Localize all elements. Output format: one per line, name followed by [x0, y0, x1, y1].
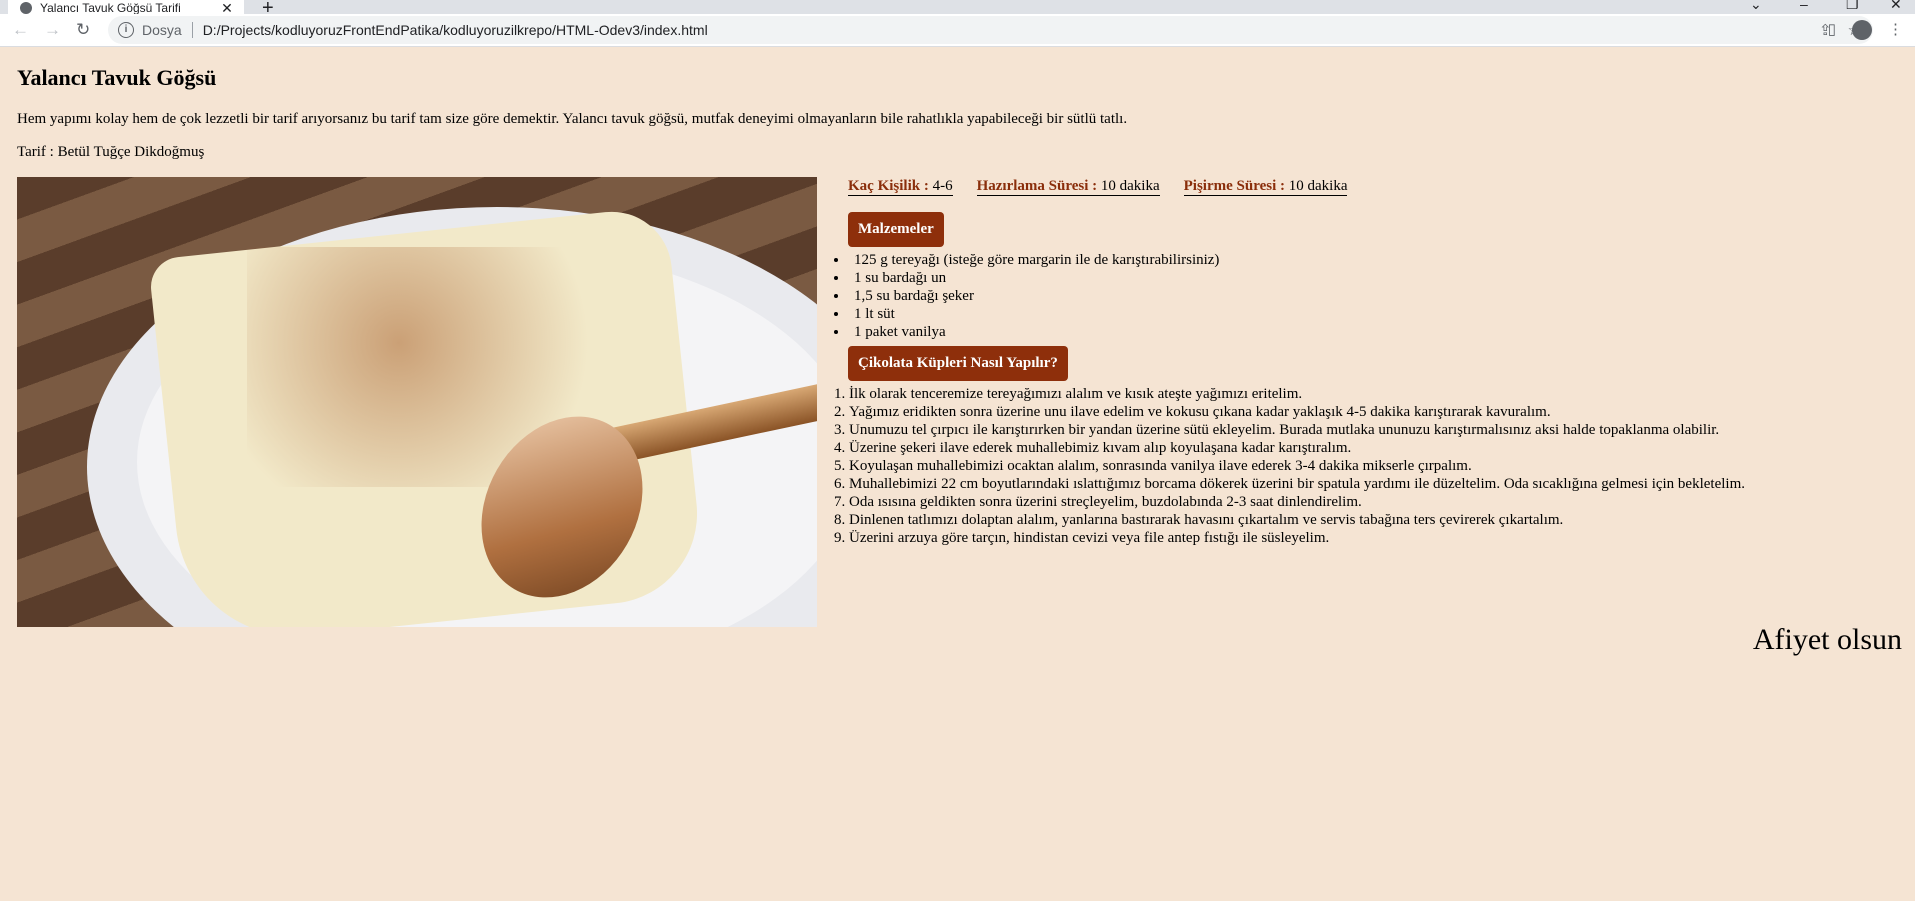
recipe-meta: Kaç Kişilik : 4-6 Hazırlama Süresi : 10 … [848, 177, 1898, 196]
list-item: 1 paket vanilya [834, 323, 1898, 341]
page-title: Yalancı Tavuk Göğsü [17, 65, 217, 90]
reload-icon[interactable]: ↻ [76, 20, 90, 40]
list-item: Unumuzu tel çırpıcı ile karıştırırken bi… [834, 421, 1898, 439]
author-text: Tarif : Betül Tuğçe Dikdoğmuş [17, 144, 205, 160]
close-window-icon[interactable]: ✕ [1890, 0, 1902, 13]
list-item: Oda ısısına geldikten sonra üzerini stre… [834, 493, 1898, 511]
list-item: Yağımız eridikten sonra üzerine unu ilav… [834, 403, 1898, 421]
omnibox-scheme: Dosya [142, 22, 182, 38]
list-item: İlk olarak tenceremize tereyağımızı alal… [834, 385, 1898, 403]
ingredients-list: 125 g tereyağı (isteğe göre margarin ile… [848, 251, 1898, 341]
list-item: Üzerine şekeri ilave ederek muhallebimiz… [834, 439, 1898, 457]
prep-time-meta: Hazırlama Süresi : 10 dakika [976, 178, 1160, 196]
dessert-photo [17, 177, 817, 627]
url-text[interactable]: D:/Projects/kodluyoruzFrontEndPatika/kod… [203, 22, 708, 38]
steps-list: İlk olarak tenceremize tereyağımızı alal… [848, 385, 1898, 547]
side-panel-icon[interactable]: ▯ [1828, 20, 1836, 40]
servings-meta: Kaç Kişilik : 4-6 [848, 178, 953, 196]
forward-icon[interactable]: → [44, 20, 61, 40]
list-item: 1 lt süt [834, 305, 1898, 323]
ingredients-heading: Malzemeler [848, 212, 944, 247]
back-icon[interactable]: ← [12, 20, 29, 40]
profile-icon[interactable] [1852, 20, 1872, 40]
list-item: Üzerini arzuya göre tarçın, hindistan ce… [834, 529, 1898, 547]
steps-heading: Çikolata Küpleri Nasıl Yapılır? [848, 346, 1068, 381]
info-icon[interactable]: i [118, 22, 134, 38]
recipe-details: Kaç Kişilik : 4-6 Hazırlama Süresi : 10 … [848, 177, 1898, 627]
list-item: Dinlenen tatlımızı dolaptan alalım, yanl… [834, 511, 1898, 529]
restore-icon[interactable]: ❐ [1846, 0, 1859, 13]
menu-icon[interactable]: ⋮ [1888, 20, 1903, 40]
address-bar: ← → ↻ i Dosya D:/Projects/kodluyoruzFron… [0, 14, 1915, 47]
list-item: 1 su bardağı un [834, 269, 1898, 287]
closing-text: Afiyet olsun [1752, 623, 1902, 656]
globe-icon [20, 2, 32, 14]
recipe-body: Kaç Kişilik : 4-6 Hazırlama Süresi : 10 … [17, 177, 1898, 627]
tab-search-icon[interactable]: ⌄ [1750, 0, 1762, 13]
page-content: Yalancı Tavuk Göğsü Hem yapımı kolay hem… [0, 47, 1915, 899]
intro-text: Hem yapımı kolay hem de çok lezzetli bir… [17, 111, 1128, 127]
list-item: 125 g tereyağı (isteğe göre margarin ile… [834, 251, 1898, 269]
minimize-icon[interactable]: – [1800, 0, 1808, 12]
list-item: Muhallebimizi 22 cm boyutlarındaki ıslat… [834, 475, 1898, 493]
omnibox[interactable]: i Dosya D:/Projects/kodluyoruzFrontEndPa… [108, 16, 1873, 44]
tab-strip: Yalancı Tavuk Göğsü Tarifi ✕ + ⌄ – ❐ ✕ [0, 0, 1915, 19]
cook-time-meta: Pişirme Süresi : 10 dakika [1183, 178, 1348, 196]
list-item: 1,5 su bardağı şeker [834, 287, 1898, 305]
tab-title: Yalancı Tavuk Göğsü Tarifi [40, 1, 181, 15]
list-item: Koyulaşan muhallebimizi ocaktan alalım, … [834, 457, 1898, 475]
omnibox-separator [191, 22, 193, 38]
